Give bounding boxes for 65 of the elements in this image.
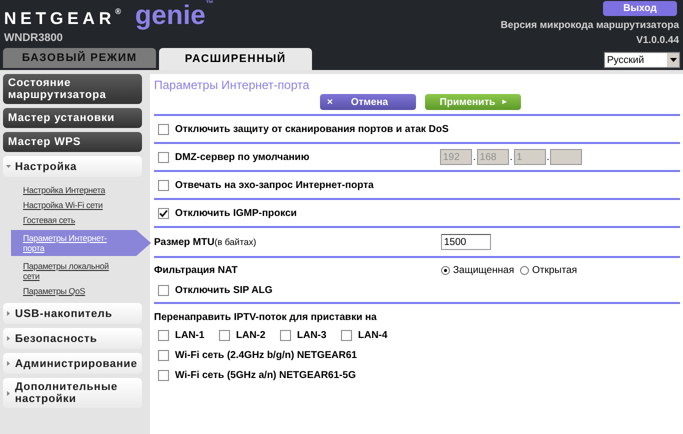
checkbox-label: LAN-3: [297, 329, 326, 343]
firmware-label: Версия микрокода маршрутизатора: [500, 19, 679, 33]
triangle-right-icon: [6, 336, 11, 341]
ip-separator: .: [510, 151, 513, 165]
ip-separator: .: [473, 151, 476, 165]
language-select[interactable]: Русский: [604, 52, 680, 68]
checkbox-label: Отключить IGMP-прокси: [175, 206, 297, 220]
checkbox[interactable]: [158, 370, 169, 381]
checkbox[interactable]: [341, 330, 352, 341]
mode-tab[interactable]: РАСШИРЕННЫЙ: [159, 48, 312, 70]
mode-tab[interactable]: БАЗОВЫЙ РЕЖИМ: [3, 48, 156, 68]
brand-logo: NETGEAR$^{®}$: [4, 10, 126, 27]
checkbox[interactable]: [158, 330, 169, 341]
checkbox[interactable]: [158, 285, 169, 296]
sidebar-link[interactable]: Параметры локальной сети: [3, 261, 142, 281]
sidebar-section[interactable]: Настройка: [3, 156, 142, 177]
sidebar-button[interactable]: Мастер установки: [3, 108, 142, 128]
sidebar-link[interactable]: Параметры QoS: [3, 286, 142, 296]
product-logo: genie$^{™}$: [135, 2, 214, 29]
firmware-version: V1.0.0.44: [636, 34, 679, 48]
ip-separator: .: [546, 151, 550, 165]
play-icon: ▸: [502, 96, 506, 108]
checkbox-label: Отвечать на эхо-запрос Интернет-порта: [175, 178, 374, 192]
checkbox[interactable]: [158, 350, 169, 361]
checkbox-label: LAN-1: [175, 329, 204, 343]
checkbox-label: Wi-Fi сеть (2.4GHz b/g/n) NETGEAR61: [175, 349, 357, 363]
triangle-right-icon: [6, 361, 11, 366]
radio-label: Защищенная: [453, 264, 514, 278]
triangle-down-icon: [6, 164, 11, 169]
close-icon: ×: [327, 94, 333, 110]
checkbox[interactable]: [158, 180, 169, 190]
mtu-field[interactable]: 1500: [441, 234, 491, 250]
logout-button[interactable]: Выход: [603, 1, 677, 16]
sidebar-section[interactable]: Дополнительные настройки: [3, 378, 142, 408]
checkbox-label: LAN-2: [236, 329, 266, 343]
radio-button[interactable]: [520, 266, 530, 275]
checkbox-label: Отключить защиту от сканирования портов и атак DoS: [175, 122, 449, 136]
field-note: (в байтах): [214, 236, 256, 249]
sidebar-link[interactable]: Настройка Wi-Fi сети: [3, 200, 142, 210]
checkbox-label: LAN-4: [358, 329, 388, 343]
checkbox[interactable]: [158, 124, 169, 134]
checkbox[interactable]: [219, 330, 230, 341]
radio-button[interactable]: [441, 266, 450, 275]
sidebar-link[interactable]: Настройка Интернета: [3, 185, 142, 195]
sidebar-section[interactable]: Администрирование: [3, 353, 142, 374]
checkbox-label: Отключить SIP ALG: [175, 284, 273, 298]
triangle-right-icon: [6, 390, 11, 396]
checkbox[interactable]: [158, 208, 169, 218]
checkbox-label: DMZ-сервер по умолчанию: [175, 150, 310, 164]
sidebar-section[interactable]: USB-накопитель: [3, 303, 142, 324]
sidebar-section[interactable]: Безопасность: [3, 328, 142, 349]
page-title: Параметры Интернет-порта: [154, 77, 310, 94]
sidebar-link[interactable]: Гостевая сеть: [3, 215, 142, 225]
group-heading: Перенаправить IPTV-поток для приставки на: [154, 311, 378, 325]
radio-label: Открытая: [532, 264, 578, 278]
cancel-button[interactable]: × Отмена: [320, 94, 416, 110]
sidebar-button[interactable]: Состояние маршрутизатора: [3, 74, 142, 104]
triangle-right-icon: [6, 311, 11, 316]
sidebar-button[interactable]: Мастер WPS: [3, 132, 142, 152]
field-label: Фильтрация NAT: [154, 264, 239, 278]
checkbox[interactable]: [280, 330, 291, 341]
field-label: Размер MTU: [154, 236, 214, 250]
checkmark-icon: [159, 208, 168, 218]
checkbox-label: Wi-Fi сеть (5GHz a/n) NETGEAR61-5G: [175, 369, 356, 383]
model-name: WNDR3800: [4, 33, 64, 44]
